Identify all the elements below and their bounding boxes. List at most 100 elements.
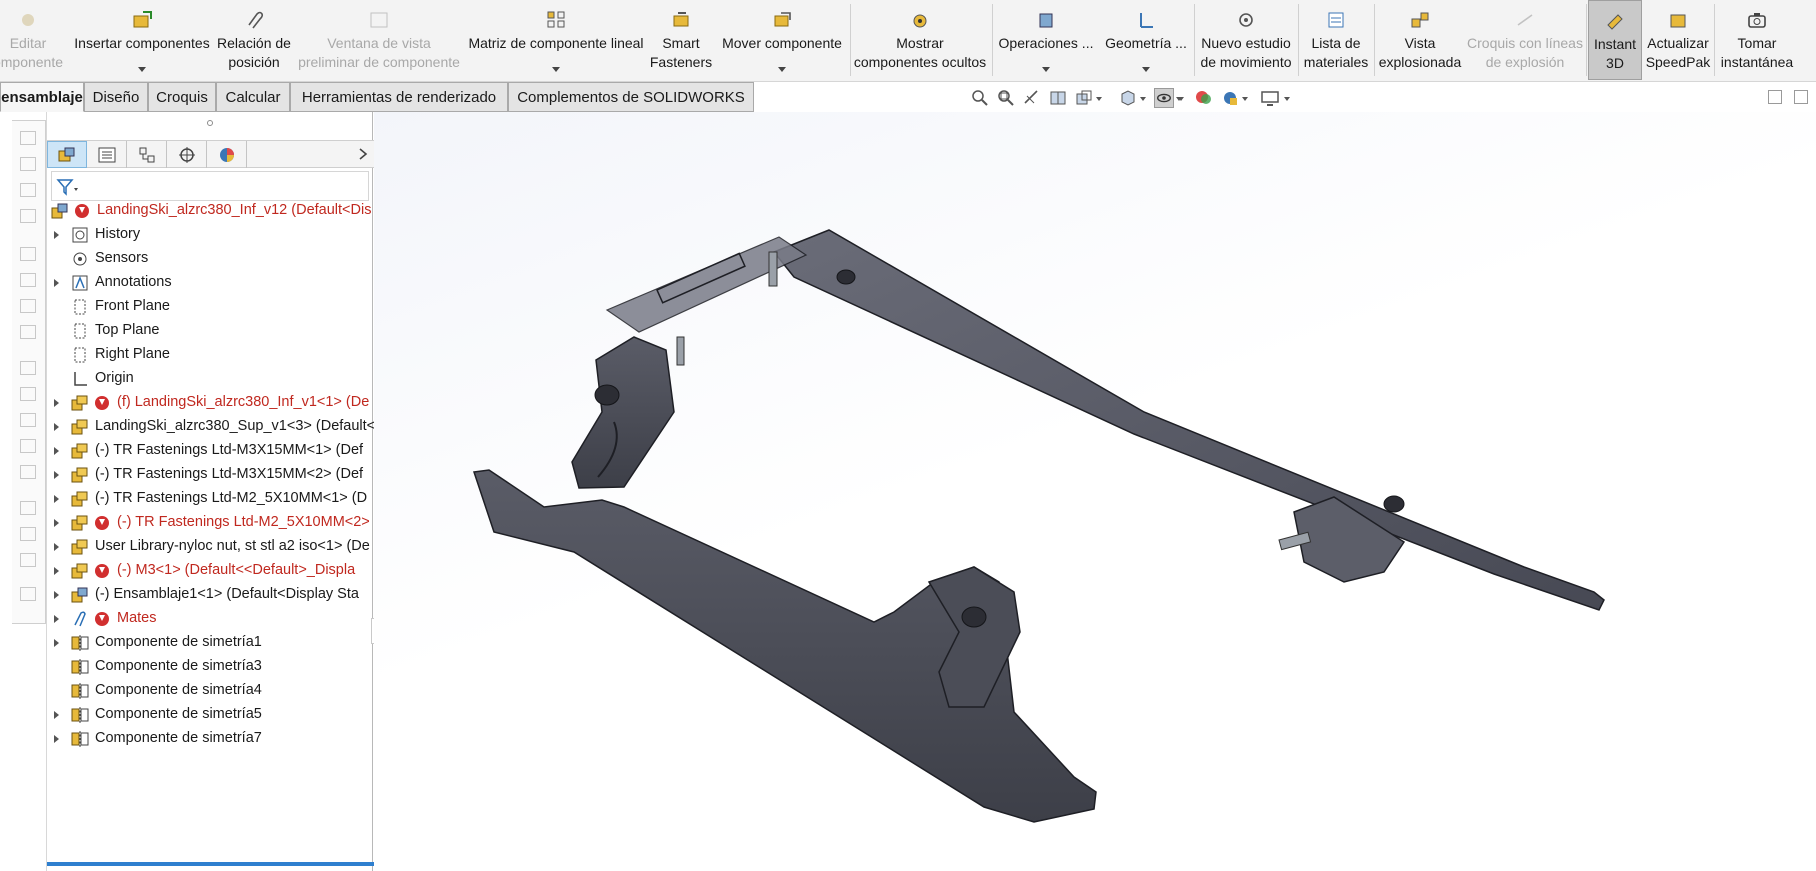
tree-item[interactable]: (-) M3<1> (Default<<Default>_Displa [47,559,374,583]
tree-item[interactable]: (-) Ensamblaje1<1> (Default<Display Sta [47,583,374,607]
chevron-down-icon[interactable] [1142,67,1150,72]
chevron-right-icon[interactable] [358,147,368,161]
tree-item[interactable]: History [47,223,374,247]
tree-item[interactable]: Componente de simetría4 [47,679,374,703]
expand-arrow-icon[interactable] [54,471,59,479]
expand-arrow-icon[interactable] [54,711,59,719]
mate-button[interactable]: Relación de posición [216,0,292,80]
tree-item[interactable]: (-) TR Fastenings Ltd-M2_5X10MM<1> (D [47,487,374,511]
new-motion-study-button[interactable]: Nuevo estudio de movimiento [1196,0,1296,80]
expand-arrow-icon[interactable] [54,519,59,527]
tree-item[interactable]: Annotations [47,271,374,295]
sketch-tool-icon[interactable] [20,325,36,339]
edit-appearance-icon[interactable] [1194,88,1214,108]
previous-view-icon[interactable] [1022,88,1042,108]
sketch-tool-icon[interactable] [20,361,36,375]
sketch-tool-icon[interactable] [20,247,36,261]
expand-arrow-icon[interactable] [54,543,59,551]
edit-component-button[interactable]: Editar omponente [0,0,63,80]
tree-item[interactable]: (-) TR Fastenings Ltd-M2_5X10MM<2> [47,511,374,535]
tree-scrollbar[interactable] [47,862,374,866]
panel-resize-handle[interactable] [207,120,213,126]
tree-root-item[interactable]: LandingSki_alzrc380_Inf_v12 (Default<Dis [47,199,374,223]
component-preview-button[interactable]: Ventana de vista preliminar de component… [296,0,462,80]
sketch-tool-icon[interactable] [20,273,36,287]
sketch-tool-icon[interactable] [20,553,36,567]
assembly-features-button[interactable]: Operaciones ... [996,0,1096,80]
chevron-down-icon[interactable] [1284,97,1290,101]
tree-filter-bar[interactable] [51,171,369,201]
tree-item[interactable]: User Library-nyloc nut, st stl a2 iso<1>… [47,535,374,559]
tree-item[interactable]: Sensors [47,247,374,271]
expand-arrow-icon[interactable] [54,567,59,575]
sketch-tool-icon[interactable] [20,299,36,313]
take-snapshot-button[interactable]: Tomar instantánea [1716,0,1798,80]
feature-manager-tab[interactable] [47,141,87,168]
property-manager-tab[interactable] [87,141,127,168]
tree-item[interactable]: Top Plane [47,319,374,343]
expand-arrow-icon[interactable] [54,735,59,743]
chevron-down-icon[interactable] [1178,97,1184,101]
expand-arrow-icon[interactable] [54,495,59,503]
dimxpert-manager-tab[interactable] [167,141,207,168]
expand-arrow-icon[interactable] [54,639,59,647]
tab-solidworks-addins[interactable]: Complementos de SOLIDWORKS [508,82,754,112]
sketch-tool-icon[interactable] [20,501,36,515]
restore-panel-icon[interactable] [1768,90,1782,104]
expand-arrow-icon[interactable] [54,231,59,239]
hide-show-items-icon[interactable] [1154,88,1174,108]
configuration-manager-tab[interactable] [127,141,167,168]
view-orientation-icon[interactable] [1118,88,1138,108]
smart-fasteners-button[interactable]: Smart Fasteners [648,0,714,80]
bill-of-materials-button[interactable]: Lista de materiales [1300,0,1372,80]
filter-icon[interactable] [56,178,80,196]
tree-item[interactable]: Mates [47,607,374,631]
expand-arrow-icon[interactable] [54,591,59,599]
graphics-area[interactable] [374,112,1816,871]
sketch-tool-icon[interactable] [20,387,36,401]
sketch-tool-icon[interactable] [20,527,36,541]
tree-item[interactable]: Componente de simetría1 [47,631,374,655]
dynamic-annotation-icon[interactable] [1074,88,1094,108]
expand-arrow-icon[interactable] [54,423,59,431]
tab-assembly[interactable]: ensamblaje [0,82,84,112]
sketch-tool-icon[interactable] [20,183,36,197]
zoom-to-area-icon[interactable] [996,88,1016,108]
tree-item[interactable]: Componente de simetría7 [47,727,374,751]
expand-panel-icon[interactable] [1794,90,1808,104]
tree-item[interactable]: Right Plane [47,343,374,367]
zoom-to-fit-icon[interactable] [970,88,990,108]
tab-render-tools[interactable]: Herramientas de renderizado [290,82,508,112]
tree-item[interactable]: Componente de simetría5 [47,703,374,727]
chevron-down-icon[interactable] [778,67,786,72]
sketch-tool-icon[interactable] [20,131,36,145]
sketch-tool-icon[interactable] [20,413,36,427]
linear-pattern-button[interactable]: Matriz de componente lineal [466,0,646,80]
chevron-down-icon[interactable] [1042,67,1050,72]
reference-geometry-button[interactable]: Geometría ... [1100,0,1192,80]
tree-item[interactable]: (f) LandingSki_alzrc380_Inf_v1<1> (De [47,391,374,415]
sketch-tool-icon[interactable] [20,209,36,223]
explode-line-sketch-button[interactable]: Croquis con líneas de explosión [1466,0,1584,80]
chevron-down-icon[interactable] [138,67,146,72]
chevron-down-icon[interactable] [1096,97,1102,101]
section-view-icon[interactable] [1048,88,1068,108]
sketch-tool-icon[interactable] [20,465,36,479]
sketch-tool-icon[interactable] [20,157,36,171]
expand-arrow-icon[interactable] [54,399,59,407]
apply-scene-icon[interactable] [1220,88,1240,108]
show-hidden-components-button[interactable]: Mostrar componentes ocultos [852,0,988,80]
tab-evaluate[interactable]: Calcular [216,82,290,112]
landing-ski-model[interactable] [374,112,1816,871]
instant-3d-button[interactable]: Instant 3D [1588,0,1642,80]
exploded-view-button[interactable]: Vista explosionada [1376,0,1464,80]
tree-item[interactable]: Componente de simetría3 [47,655,374,679]
tree-item[interactable]: Front Plane [47,295,374,319]
move-component-button[interactable]: Mover componente [716,0,848,80]
tab-layout[interactable]: Diseño [84,82,148,112]
tree-item[interactable]: LandingSki_alzrc380_Sup_v1<3> (Default< [47,415,374,439]
chevron-down-icon[interactable] [1242,97,1248,101]
chevron-down-icon[interactable] [1140,97,1146,101]
insert-components-button[interactable]: Insertar componentes [72,0,212,80]
view-settings-icon[interactable] [1260,88,1280,108]
